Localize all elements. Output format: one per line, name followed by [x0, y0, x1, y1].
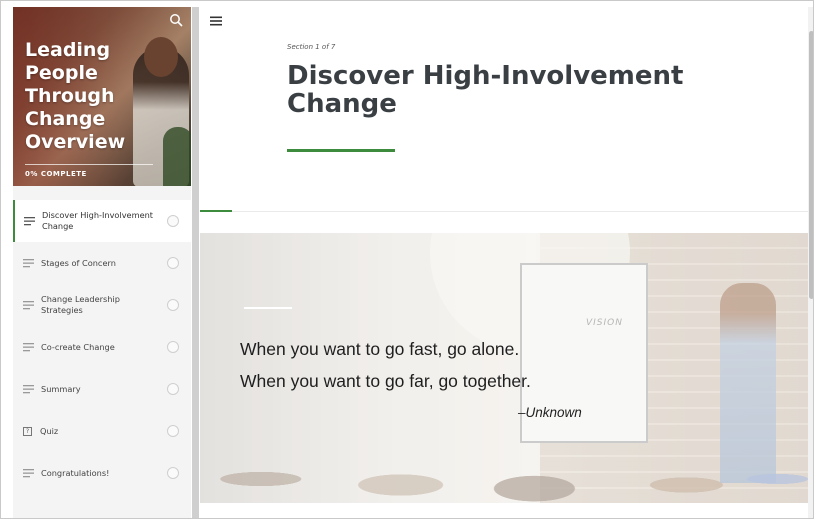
lesson-item-stages[interactable]: Stages of Concern	[13, 242, 191, 284]
lesson-list: Discover High-Involvement Change Stages …	[13, 200, 191, 494]
title-underline	[287, 149, 395, 152]
lesson-label: Change Leadership Strategies	[41, 294, 120, 315]
lines-icon	[23, 300, 34, 309]
divider-accent	[200, 210, 232, 212]
lesson-label: Stages of Concern	[41, 257, 116, 268]
lesson-status-circle	[167, 341, 179, 353]
lesson-status-circle	[167, 215, 179, 227]
lesson-item-congratulations[interactable]: Congratulations!	[13, 452, 191, 494]
lesson-item-strategies[interactable]: Change Leadership Strategies	[13, 284, 191, 326]
lesson-status-circle	[167, 257, 179, 269]
quote-banner: VISION When you want to go fast, go alon…	[200, 233, 808, 503]
quote-line-2: When you want to go far, go together.	[240, 371, 531, 391]
lesson-item-discover[interactable]: Discover High-Involvement Change	[13, 200, 191, 242]
quiz-icon: ?	[23, 426, 32, 436]
content-divider	[200, 211, 808, 212]
lines-icon	[23, 468, 34, 477]
scrollbar-thumb[interactable]	[809, 31, 813, 299]
lesson-label: Quiz	[40, 425, 59, 436]
lines-icon	[24, 216, 35, 225]
lesson-status-circle	[167, 299, 179, 311]
hamburger-menu-icon[interactable]	[210, 16, 222, 26]
content-scrollbar[interactable]	[808, 7, 813, 518]
lines-icon	[23, 258, 34, 267]
course-title: Leading People Through Change Overview	[25, 39, 126, 153]
lines-icon	[23, 384, 34, 393]
lesson-item-cocreate[interactable]: Co-create Change	[13, 326, 191, 368]
progress-text: 0% COMPLETE	[25, 170, 87, 178]
page-title: Discover High-Involvement Change	[287, 61, 684, 119]
section-counter: Section 1 of 7	[287, 43, 336, 51]
lesson-status-circle	[167, 467, 179, 479]
quote-attribution: –Unknown	[518, 405, 582, 420]
app-window: Leading People Through Change Overview 0…	[0, 0, 814, 519]
course-hero-image: Leading People Through Change Overview 0…	[13, 7, 191, 186]
lesson-status-circle	[167, 425, 179, 437]
lesson-status-circle	[167, 383, 179, 395]
course-sidebar: Leading People Through Change Overview 0…	[13, 7, 191, 518]
lesson-label: Discover High-Involvement Change	[42, 210, 154, 231]
lesson-label: Co-create Change	[41, 341, 115, 352]
sidebar-scrollbar[interactable]	[192, 7, 199, 518]
quote-line-1: When you want to go fast, go alone.	[240, 339, 520, 359]
lines-icon	[23, 342, 34, 351]
lesson-content: Section 1 of 7 Discover High-Involvement…	[200, 7, 808, 518]
progress-bar	[25, 164, 153, 165]
lesson-label: Congratulations!	[41, 467, 110, 478]
lesson-label: Summary	[41, 383, 81, 394]
search-icon[interactable]	[169, 13, 183, 27]
lesson-item-quiz[interactable]: ? Quiz	[13, 410, 191, 452]
quote-rule	[244, 307, 292, 309]
lesson-item-summary[interactable]: Summary	[13, 368, 191, 410]
